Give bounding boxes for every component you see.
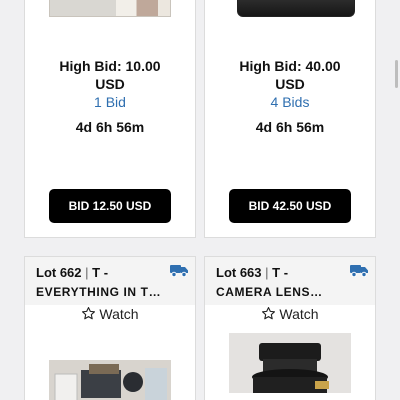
lot-tag: T - xyxy=(92,265,109,280)
auction-grid: High Bid: 10.00 USD 1 Bid 4d 6h 56m BID … xyxy=(0,0,400,400)
lot-photo xyxy=(49,360,171,400)
bid-button[interactable]: BID 42.50 USD xyxy=(229,189,351,223)
lot-photo xyxy=(229,333,351,393)
lot-header[interactable]: Lot 662 | T - EVERYTHING IN T… xyxy=(25,257,195,305)
high-bid-currency: USD xyxy=(275,76,305,92)
high-bid-amount: High Bid: 40.00 xyxy=(239,58,341,74)
lot-separator: | xyxy=(85,265,89,280)
lot-thumbnail[interactable] xyxy=(49,0,171,17)
star-outline-icon xyxy=(262,307,276,320)
shipping-truck-icon xyxy=(170,265,188,277)
lot-number: Lot 662 xyxy=(36,265,82,280)
lot-header[interactable]: Lot 663 | T - CAMERA LENS… xyxy=(205,257,375,305)
lot-separator: | xyxy=(265,265,269,280)
lot-description[interactable]: CAMERA LENS… xyxy=(216,285,323,299)
star-outline-icon xyxy=(82,307,96,320)
high-bid-currency: USD xyxy=(95,76,125,92)
lot-description[interactable]: EVERYTHING IN T… xyxy=(36,285,161,299)
lot-number: Lot 663 xyxy=(216,265,262,280)
lot-title[interactable]: Lot 663 | T - xyxy=(216,262,350,284)
time-remaining: 4d 6h 56m xyxy=(255,119,325,135)
lot-thumbnail[interactable] xyxy=(237,0,355,17)
bid-button[interactable]: BID 12.50 USD xyxy=(49,189,171,223)
bid-count-link[interactable]: 1 Bid xyxy=(25,94,195,110)
lot-thumbnail[interactable] xyxy=(229,333,351,393)
lot-card: Lot 662 | T - EVERYTHING IN T… Watch xyxy=(24,256,196,400)
watch-button[interactable]: Watch xyxy=(25,306,195,322)
time-remaining: 4d 6h 56m xyxy=(75,119,145,135)
lot-card: High Bid: 40.00 USD 4 Bids 4d 6h 56m BID… xyxy=(204,0,376,238)
lot-tag: T - xyxy=(272,265,289,280)
lot-card: Lot 663 | T - CAMERA LENS… Watch xyxy=(204,256,376,400)
watch-button[interactable]: Watch xyxy=(205,306,375,322)
lot-card: High Bid: 10.00 USD 1 Bid 4d 6h 56m BID … xyxy=(24,0,196,238)
shipping-truck-icon xyxy=(350,265,368,277)
watch-label: Watch xyxy=(99,306,139,322)
lot-title[interactable]: Lot 662 | T - xyxy=(36,262,170,284)
bid-count-link[interactable]: 4 Bids xyxy=(205,94,375,110)
lot-thumbnail[interactable] xyxy=(49,360,171,400)
watch-label: Watch xyxy=(279,306,319,322)
scrollbar-thumb[interactable] xyxy=(395,60,398,88)
high-bid-amount: High Bid: 10.00 xyxy=(59,58,161,74)
